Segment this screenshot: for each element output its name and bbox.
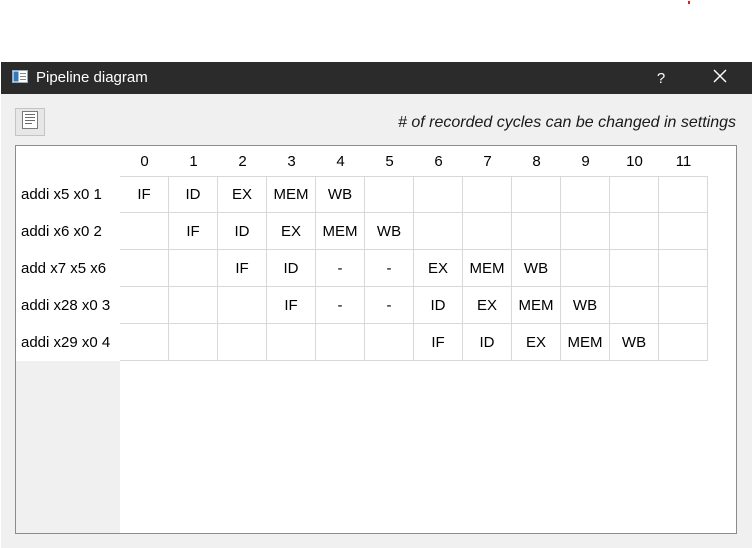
pipeline-stage-cell[interactable]: EX — [414, 250, 463, 287]
pipeline-stage-cell[interactable]: EX — [218, 176, 267, 213]
pipeline-stage-cell[interactable]: EX — [512, 324, 561, 361]
pipeline-stage-cell[interactable] — [169, 250, 218, 287]
column-header-cycle: 2 — [218, 146, 267, 176]
pipeline-stage-cell[interactable]: WB — [561, 287, 610, 324]
column-header-cycle: 1 — [169, 146, 218, 176]
pipeline-stage-cell[interactable]: IF — [169, 213, 218, 250]
pipeline-stage-cell[interactable]: MEM — [463, 250, 512, 287]
pipeline-stage-cell[interactable] — [218, 287, 267, 324]
column-header-cycle: 5 — [365, 146, 414, 176]
pipeline-stage-cell[interactable]: - — [316, 250, 365, 287]
pipeline-stage-cell[interactable] — [512, 213, 561, 250]
pipeline-stage-cell[interactable] — [169, 287, 218, 324]
pipeline-app-icon — [12, 70, 28, 83]
pipeline-stage-cell[interactable]: WB — [512, 250, 561, 287]
pipeline-stage-cell[interactable]: MEM — [316, 213, 365, 250]
close-button[interactable] — [701, 62, 739, 94]
pipeline-stage-cell[interactable] — [414, 213, 463, 250]
pipeline-stage-cell[interactable] — [659, 176, 708, 213]
pipeline-stage-cell[interactable] — [120, 287, 169, 324]
pipeline-stage-cell[interactable]: - — [365, 250, 414, 287]
pipeline-stage-cell[interactable]: - — [365, 287, 414, 324]
pipeline-stage-cell[interactable]: EX — [463, 287, 512, 324]
pipeline-stage-cell[interactable] — [267, 324, 316, 361]
table-corner — [16, 146, 120, 176]
pipeline-stage-cell[interactable]: - — [316, 287, 365, 324]
pipeline-stage-cell[interactable] — [610, 213, 659, 250]
row-header-instruction: addi x28 x0 3 — [16, 287, 120, 324]
pipeline-stage-cell[interactable]: WB — [365, 213, 414, 250]
pipeline-stage-cell[interactable] — [610, 250, 659, 287]
title-bar[interactable]: Pipeline diagram ? — [1, 62, 752, 94]
row-header-instruction: add x7 x5 x6 — [16, 250, 120, 287]
pipeline-stage-cell[interactable]: EX — [267, 213, 316, 250]
row-header-instruction: addi x29 x0 4 — [16, 324, 120, 361]
pipeline-table[interactable]: 0 1 2 3 4 5 6 7 8 9 10 11 addi x5 x0 1 IF ID EX MEM WB add… — [15, 145, 737, 534]
column-header-cycle: 11 — [659, 146, 708, 176]
column-header-cycle: 0 — [120, 146, 169, 176]
pipeline-stage-cell[interactable]: IF — [120, 176, 169, 213]
pipeline-stage-cell[interactable] — [610, 287, 659, 324]
pipeline-stage-cell[interactable] — [659, 287, 708, 324]
copy-to-text-button[interactable] — [15, 108, 45, 136]
pipeline-stage-cell[interactable] — [218, 324, 267, 361]
row-header-instruction: addi x5 x0 1 — [16, 176, 120, 213]
pipeline-stage-cell[interactable]: ID — [414, 287, 463, 324]
pipeline-stage-cell[interactable] — [120, 324, 169, 361]
pipeline-stage-cell[interactable] — [463, 213, 512, 250]
pipeline-stage-cell[interactable] — [365, 176, 414, 213]
pipeline-stage-cell[interactable] — [561, 213, 610, 250]
column-header-cycle: 4 — [316, 146, 365, 176]
pipeline-stage-cell[interactable]: ID — [267, 250, 316, 287]
pipeline-stage-cell[interactable]: MEM — [561, 324, 610, 361]
pipeline-stage-cell[interactable]: ID — [463, 324, 512, 361]
column-header-cycle: 7 — [463, 146, 512, 176]
pipeline-stage-cell[interactable] — [120, 213, 169, 250]
pipeline-stage-cell[interactable] — [365, 324, 414, 361]
pipeline-stage-cell[interactable] — [169, 324, 218, 361]
pipeline-stage-cell[interactable]: WB — [610, 324, 659, 361]
pipeline-stage-cell[interactable]: ID — [218, 213, 267, 250]
pipeline-stage-cell[interactable] — [561, 176, 610, 213]
pipeline-stage-cell[interactable]: IF — [218, 250, 267, 287]
pipeline-stage-cell[interactable] — [316, 324, 365, 361]
pipeline-stage-cell[interactable] — [463, 176, 512, 213]
pipeline-stage-cell[interactable]: WB — [316, 176, 365, 213]
column-header-cycle: 8 — [512, 146, 561, 176]
pipeline-stage-cell[interactable]: IF — [414, 324, 463, 361]
pipeline-stage-cell[interactable] — [561, 250, 610, 287]
pipeline-stage-cell[interactable]: MEM — [267, 176, 316, 213]
pipeline-stage-cell[interactable] — [120, 250, 169, 287]
row-header-instruction: addi x6 x0 2 — [16, 213, 120, 250]
settings-hint: # of recorded cycles can be changed in s… — [398, 114, 736, 131]
pipeline-stage-cell[interactable] — [414, 176, 463, 213]
document-icon — [20, 110, 40, 135]
help-button[interactable]: ? — [645, 62, 677, 94]
pipeline-stage-cell[interactable] — [659, 324, 708, 361]
pipeline-stage-cell[interactable] — [659, 213, 708, 250]
column-header-cycle: 3 — [267, 146, 316, 176]
window-title: Pipeline diagram — [36, 69, 148, 86]
pipeline-stage-cell[interactable] — [512, 176, 561, 213]
stray-red-dot — [688, 1, 690, 4]
pipeline-stage-cell[interactable]: MEM — [512, 287, 561, 324]
pipeline-diagram-dialog: Pipeline diagram ? # of recorded cycles … — [1, 62, 752, 548]
pipeline-stage-cell[interactable] — [610, 176, 659, 213]
column-header-cycle: 6 — [414, 146, 463, 176]
close-icon — [713, 69, 727, 88]
column-header-cycle: 10 — [610, 146, 659, 176]
pipeline-stage-cell[interactable] — [659, 250, 708, 287]
column-header-cycle: 9 — [561, 146, 610, 176]
pipeline-stage-cell[interactable]: IF — [267, 287, 316, 324]
pipeline-stage-cell[interactable]: ID — [169, 176, 218, 213]
